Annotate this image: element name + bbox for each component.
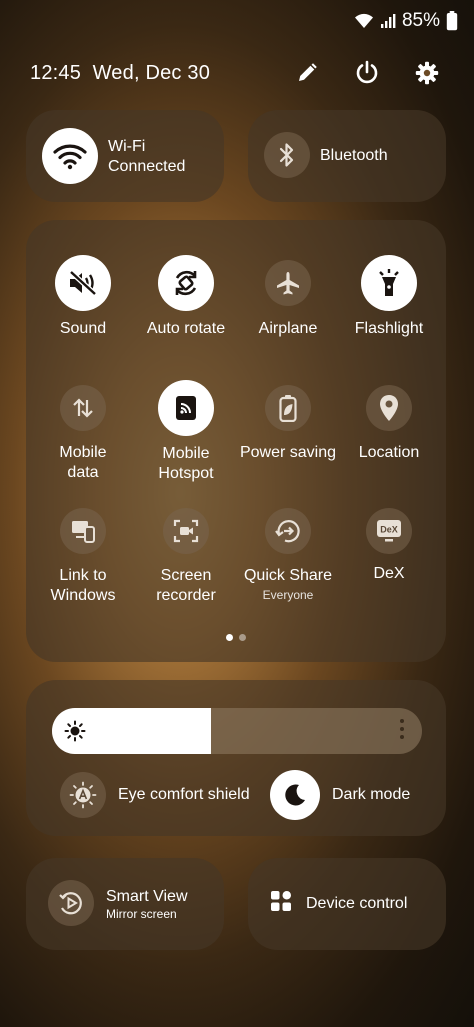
dex-icon[interactable]: DeX: [366, 508, 412, 554]
tile-label: Link to Windows: [50, 567, 116, 604]
wifi-icon[interactable]: [42, 128, 98, 184]
wifi-tile[interactable]: Wi-Fi Connected: [26, 110, 224, 202]
tile-location[interactable]: Location: [336, 385, 442, 463]
battery-icon: [446, 11, 458, 31]
airplane-icon[interactable]: [265, 260, 311, 306]
tile-label: Location: [358, 444, 420, 461]
tile-link-to-windows[interactable]: Link to Windows: [30, 508, 136, 606]
tile-label: Screen recorder: [156, 567, 216, 604]
clock-date: 12:45 Wed, Dec 30: [30, 62, 210, 85]
screen-recorder-icon[interactable]: [163, 508, 209, 554]
bluetooth-tile[interactable]: Bluetooth: [248, 110, 446, 202]
more-options-icon[interactable]: [400, 719, 404, 739]
page-dot[interactable]: [239, 634, 246, 641]
cell-signal-icon: [380, 13, 396, 29]
tile-airplane[interactable]: Airplane: [235, 255, 341, 339]
edit-pencil-icon[interactable]: [292, 58, 322, 88]
location-pin-icon[interactable]: [366, 385, 412, 431]
smart-view-icon[interactable]: [48, 880, 94, 926]
page-dot-active[interactable]: [226, 634, 233, 641]
dark-mode-toggle[interactable]: Dark mode: [270, 770, 410, 820]
tile-label: Auto rotate: [146, 320, 226, 337]
sun-icon: [64, 720, 86, 747]
battery-percent: 85%: [401, 10, 440, 31]
tile-quick-share[interactable]: Quick Share Everyone: [235, 508, 341, 602]
brightness-panel: Eye comfort shield Dark mode: [26, 680, 446, 836]
eye-comfort-label: Eye comfort shield: [118, 786, 250, 803]
device-control-grid-icon: [270, 890, 292, 917]
clock-time: 12:45: [30, 62, 82, 84]
wifi-label: Wi-Fi: [108, 137, 146, 155]
tile-screen-recorder[interactable]: Screen recorder: [133, 508, 239, 606]
auto-rotate-icon[interactable]: [158, 255, 214, 311]
mute-icon[interactable]: [55, 255, 111, 311]
tile-label: Quick Share: [243, 567, 333, 584]
page-indicator: [26, 634, 446, 641]
power-icon[interactable]: [352, 58, 382, 88]
quick-settings-grid: Sound Auto rotate Airplane Flashlight Mo…: [26, 220, 446, 662]
smart-view-sublabel: Mirror screen: [106, 906, 177, 921]
bluetooth-label: Bluetooth: [320, 146, 388, 164]
tile-label: Flashlight: [354, 320, 424, 337]
dark-mode-label: Dark mode: [332, 786, 411, 803]
tile-sound[interactable]: Sound: [30, 255, 136, 339]
device-control-label: Device control: [306, 894, 408, 912]
link-to-windows-icon[interactable]: [60, 508, 106, 554]
status-bar: 85%: [0, 0, 474, 44]
status-icons: 85%: [354, 10, 458, 32]
settings-gear-icon[interactable]: [412, 58, 442, 88]
tile-label: Mobile data: [59, 444, 107, 481]
moon-icon[interactable]: [270, 770, 320, 820]
tile-flashlight[interactable]: Flashlight: [336, 255, 442, 339]
tile-dex[interactable]: DeX DeX: [336, 508, 442, 584]
tile-mobile-data[interactable]: Mobile data: [30, 385, 136, 483]
tile-label: Power saving: [239, 444, 337, 461]
qs-header: 12:45 Wed, Dec 30: [30, 58, 444, 92]
smart-view-tile[interactable]: Smart View Mirror screen: [26, 858, 224, 950]
bluetooth-icon[interactable]: [264, 132, 310, 178]
date-text: Wed, Dec 30: [92, 62, 211, 84]
tile-label: Mobile Hotspot: [158, 445, 214, 482]
tile-auto-rotate[interactable]: Auto rotate: [133, 255, 239, 339]
smart-view-label: Smart View: [106, 887, 188, 905]
eye-comfort-icon[interactable]: [60, 772, 106, 818]
flashlight-icon[interactable]: [361, 255, 417, 311]
tile-mobile-hotspot[interactable]: Mobile Hotspot: [133, 380, 239, 484]
tile-sublabel: Everyone: [262, 588, 314, 602]
quick-share-icon[interactable]: [265, 508, 311, 554]
battery-leaf-icon[interactable]: [265, 385, 311, 431]
tile-power-saving[interactable]: Power saving: [235, 385, 341, 463]
eye-comfort-toggle[interactable]: Eye comfort shield: [60, 772, 250, 818]
tile-label: Airplane: [258, 320, 318, 337]
hotspot-icon[interactable]: [158, 380, 214, 436]
device-control-tile[interactable]: Device control: [248, 858, 446, 950]
mobile-data-icon[interactable]: [60, 385, 106, 431]
brightness-slider[interactable]: [52, 708, 422, 754]
tile-label: DeX: [373, 565, 405, 582]
wifi-status: Connected: [108, 157, 186, 175]
wifi-signal-icon: [354, 13, 374, 29]
dex-icon-text: DeX: [380, 525, 398, 535]
tile-label: Sound: [59, 320, 107, 337]
